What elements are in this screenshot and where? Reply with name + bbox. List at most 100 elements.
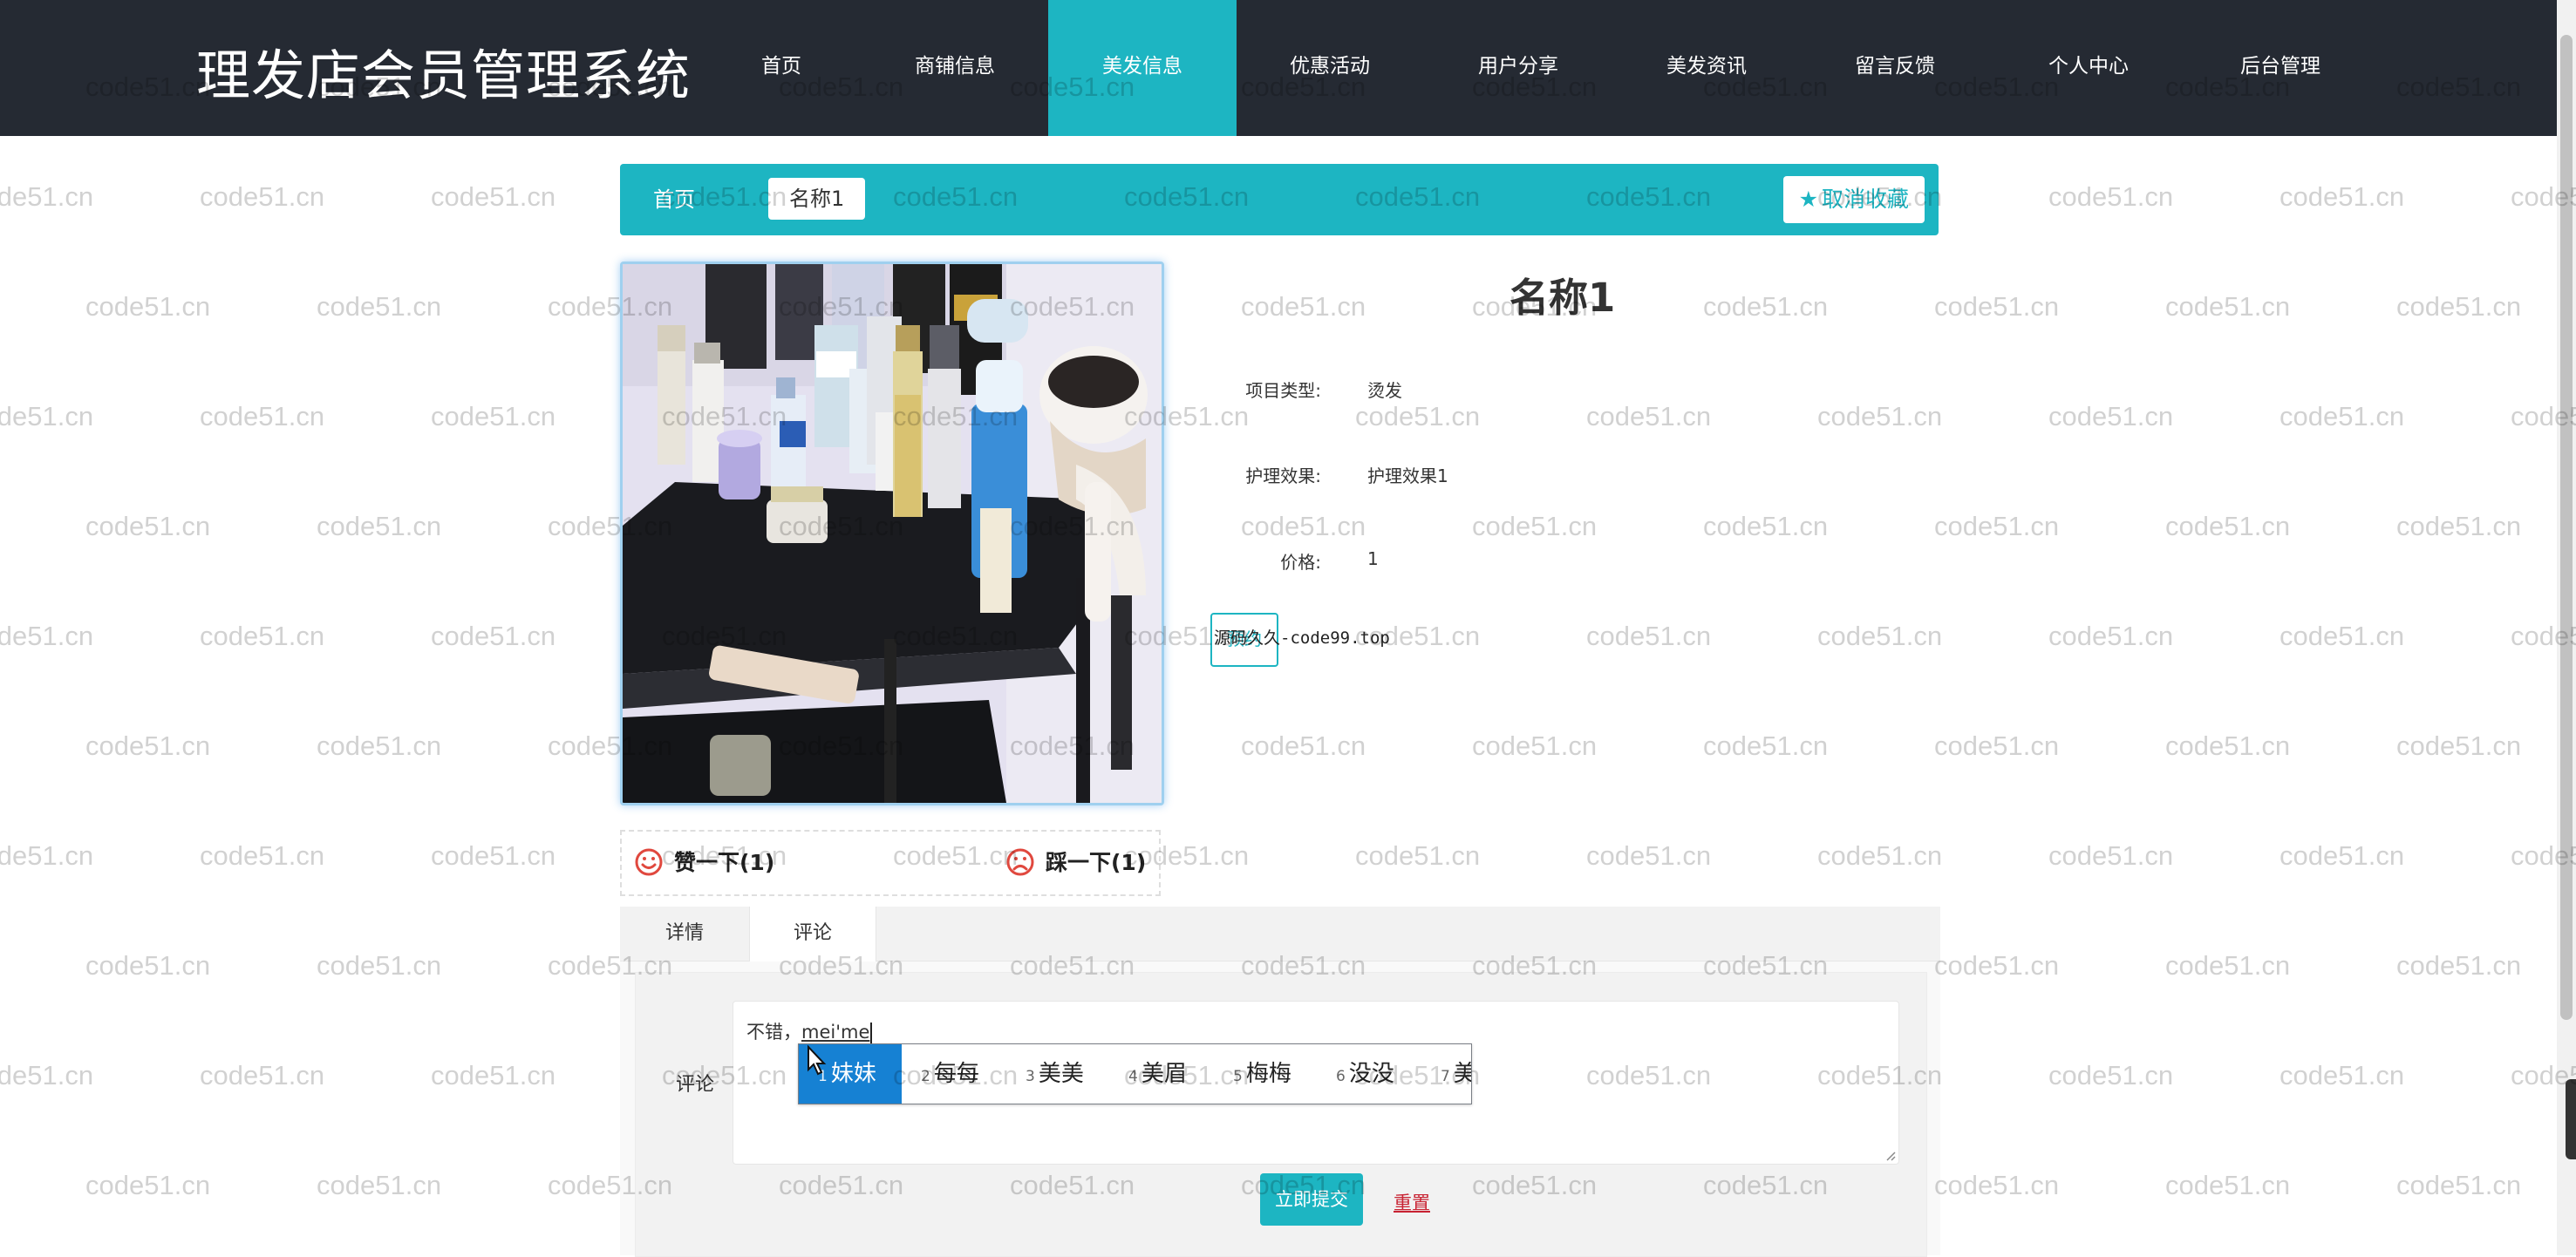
watermark-text: code51.cn <box>1934 730 2060 761</box>
field-label-price: 价格: <box>1280 552 1321 573</box>
watermark-text: code51.cn <box>0 621 94 651</box>
watermark-text: code51.cn <box>1934 950 2060 981</box>
watermark-text: code51.cn <box>2396 1170 2522 1200</box>
watermark-row: code51.cn code51.cn code51.cn code51.cn code… <box>0 840 2576 872</box>
watermark-text: code51.cn <box>1355 401 1481 431</box>
watermark-text: code51.cn <box>2396 291 2522 322</box>
smile-icon <box>635 848 663 876</box>
ime-candidate[interactable]: 7美 <box>1441 1044 1471 1104</box>
dislike-label: 踩一下(1) <box>1046 850 1147 875</box>
submit-button[interactable]: 立即提交 <box>1260 1173 1363 1226</box>
watermark-text: code51.cn <box>1586 401 1712 431</box>
ime-candidate-window: 1妹妹 2每每 3美美 4美眉 5梅梅 6没没 7美 <box>798 1043 1472 1104</box>
tab-header: 详情 评论 <box>620 907 1940 961</box>
nav-item-hair-info[interactable]: 美发信息 <box>1048 0 1237 136</box>
watermark-text: code51.cn <box>2048 621 2174 651</box>
watermark-text: code51.cn <box>85 1170 211 1200</box>
watermark-text: code51.cn <box>2396 511 2522 541</box>
vote-panel: 赞一下(1) 踩一下(1) <box>620 830 1161 896</box>
watermark-text: code51.cn <box>1472 730 1598 761</box>
unfavorite-button[interactable]: ★ 取消收藏 <box>1782 176 1925 223</box>
ime-candidate[interactable]: 5 梅梅 <box>1233 1044 1291 1104</box>
watermark-text: code51.cn <box>2048 401 2174 431</box>
watermark-text: code51.cn <box>2048 840 2174 871</box>
tab-details[interactable]: 详情 <box>620 907 749 961</box>
tab-comments[interactable]: 评论 <box>749 907 876 961</box>
comment-committed-text: 不错， <box>746 1022 801 1043</box>
side-tab-handle[interactable] <box>2566 1079 2576 1159</box>
watermark-text: code51.cn <box>2165 511 2291 541</box>
nav-item-admin[interactable]: 后台管理 <box>2229 0 2332 136</box>
watermark-text: code51.cn <box>2165 1170 2291 1200</box>
watermark-text: code51.cn <box>1817 401 1943 431</box>
watermark-row: code51.cn code51.cn code51.cn code51.cn code… <box>0 401 2576 432</box>
scrollbar-thumb[interactable] <box>2560 35 2573 1020</box>
top-navbar: 理发店会员管理系统 首页 商铺信息 美发信息 优惠活动 用户分享 美发资讯 留言… <box>0 0 2576 136</box>
dislike-button[interactable]: 踩一下(1) <box>1005 832 1146 894</box>
breadcrumb: 首页 名称1 ★ 取消收藏 <box>620 164 1939 235</box>
watermark-text: code51.cn <box>2280 181 2405 212</box>
nav-item-feedback[interactable]: 留言反馈 <box>1843 0 1946 136</box>
frown-icon <box>1006 848 1034 876</box>
comment-composing-text: mei'me <box>801 1022 870 1043</box>
watermark-text: code51.cn <box>200 621 325 651</box>
watermark-text: code51.cn <box>1586 621 1712 651</box>
nav-item-personal-center[interactable]: 个人中心 <box>2037 0 2140 136</box>
nav-item-hair-news[interactable]: 美发资讯 <box>1655 0 1758 136</box>
watermark-text: code51.cn <box>1934 511 2060 541</box>
watermark-text: code51.cn <box>1934 291 2060 322</box>
page-scrollbar[interactable] <box>2557 0 2576 1255</box>
watermark-text: code51.cn <box>2048 1060 2174 1091</box>
field-label-care-effect: 护理效果: <box>1245 465 1321 486</box>
watermark-text: code51.cn <box>0 1060 94 1091</box>
watermark-row: code51.cn code51.cn code51.cn code51.cn code… <box>85 730 2576 762</box>
watermark-text: code51.cn <box>2165 291 2291 322</box>
watermark-text: code51.cn <box>1472 511 1598 541</box>
watermark-row: code51.cn code51.cn code51.cn code51.cn code… <box>85 291 2576 323</box>
star-icon: ★ <box>1798 187 1818 212</box>
watermark-text: code51.cn <box>1703 730 1829 761</box>
watermark-text: code51.cn <box>1817 840 1943 871</box>
field-value-project-type: 烫发 <box>1367 380 1402 401</box>
watermark-text: code51.cn <box>200 401 325 431</box>
source-overlay-text: 源码久久-code99.top <box>1214 628 1390 648</box>
watermark-text: code51.cn <box>200 181 325 212</box>
like-label: 赞一下(1) <box>674 850 775 875</box>
watermark-text: code51.cn <box>1817 621 1943 651</box>
field-value-price: 1 <box>1367 548 1379 569</box>
watermark-text: code51.cn <box>1241 291 1366 322</box>
watermark-text: code51.cn <box>0 840 94 871</box>
watermark-text: code51.cn <box>200 840 325 871</box>
nav-item-shop-info[interactable]: 商铺信息 <box>903 0 1006 136</box>
watermark-text: code51.cn <box>2048 181 2174 212</box>
ime-candidate[interactable]: 2 每每 <box>921 1044 979 1104</box>
watermark-row: code51.cn code51.cn code51.cn code51.cn code… <box>85 511 2576 542</box>
nav-item-user-share[interactable]: 用户分享 <box>1467 0 1570 136</box>
watermark-text: code51.cn <box>85 730 211 761</box>
product-image <box>620 262 1164 805</box>
comment-label: 评论 <box>676 1074 715 1096</box>
ime-candidate[interactable]: 6 没没 <box>1336 1044 1394 1104</box>
mouse-cursor-icon <box>808 1045 827 1076</box>
breadcrumb-current: 名称1 <box>768 178 866 220</box>
breadcrumb-home-link[interactable]: 首页 <box>653 164 695 235</box>
like-button[interactable]: 赞一下(1) <box>634 832 774 894</box>
watermark-text: code51.cn <box>1586 840 1712 871</box>
watermark-text: code51.cn <box>1703 291 1829 322</box>
field-value-care-effect: 护理效果1 <box>1367 465 1448 486</box>
resize-handle-icon[interactable] <box>1884 1149 1896 1161</box>
ime-candidate[interactable]: 4 美眉 <box>1128 1044 1187 1104</box>
ime-candidate[interactable]: 3 美美 <box>1026 1044 1084 1104</box>
comment-text: 不错，mei'me <box>746 1018 873 1044</box>
nav-item-promotions[interactable]: 优惠活动 <box>1278 0 1381 136</box>
watermark-text: code51.cn <box>2280 621 2405 651</box>
watermark-text: code51.cn <box>200 1060 325 1091</box>
watermark-text: code51.cn <box>317 950 442 981</box>
watermark-text: code51.cn <box>317 291 442 322</box>
nav-item-home[interactable]: 首页 <box>738 0 825 136</box>
watermark-text: code51.cn <box>0 401 94 431</box>
watermark-text: code51.cn <box>1703 511 1829 541</box>
watermark-text: code51.cn <box>1934 1170 2060 1200</box>
unfavorite-label: 取消收藏 <box>1821 187 1909 212</box>
reset-button[interactable]: 重置 <box>1394 1189 1430 1215</box>
